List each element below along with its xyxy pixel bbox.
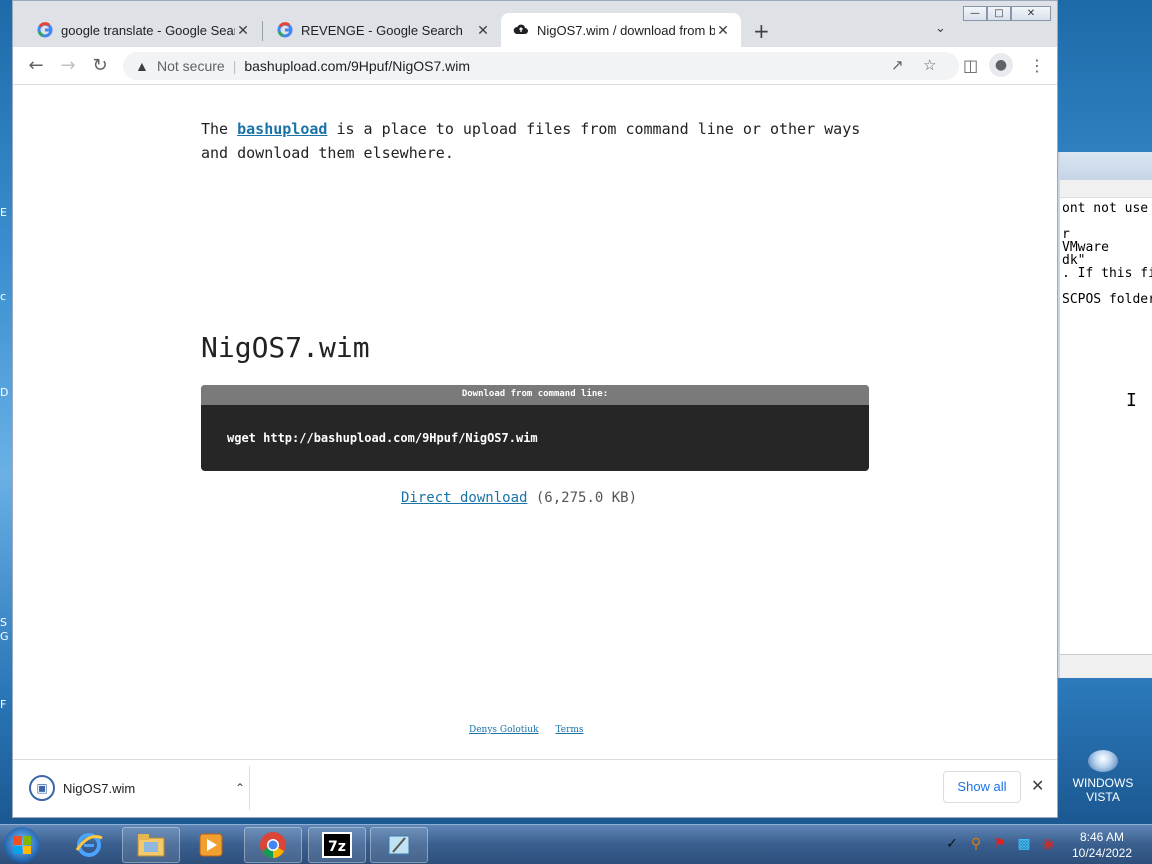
direct-download-link[interactable]: Direct download (401, 490, 527, 506)
download-item[interactable]: ▣ NigOS7.wim ⌃ (29, 773, 249, 803)
intro-paragraph: The bashupload is a place to upload file… (201, 117, 881, 165)
background-notepad-window[interactable]: ont not use r VMware dk" . If this fi SC… (1058, 152, 1152, 678)
reload-icon[interactable]: ↻ (89, 55, 111, 77)
close-tab-icon[interactable]: ✕ (475, 22, 491, 39)
kebab-menu-icon[interactable]: ⋮ (1029, 56, 1045, 75)
notepad-statusbar (1060, 654, 1152, 678)
bookmark-star-icon[interactable]: ☆ (923, 56, 936, 74)
notepad-taskbar-icon[interactable] (370, 827, 428, 863)
notepad-text[interactable]: ont not use r VMware dk" . If this fi SC… (1060, 198, 1152, 306)
checkmark-tray-icon[interactable]: ✓ (944, 836, 960, 852)
address-bar[interactable]: ▲ Not secure | bashupload.com/9Hpuf/NigO… (123, 52, 959, 80)
tab-search-chevron-icon[interactable]: ⌄ (935, 21, 946, 36)
cloud-upload-icon (513, 22, 529, 38)
notepad-menubar[interactable] (1060, 180, 1152, 198)
tab-separator (262, 21, 263, 41)
forward-arrow-icon[interactable]: → (57, 55, 79, 77)
windows-vista-desktop-icon[interactable]: WINDOWS VISTA (1066, 750, 1140, 804)
download-shelf: ▣ NigOS7.wim ⌃ Show all ✕ (13, 759, 1057, 817)
bashupload-link[interactable]: bashupload (237, 120, 327, 138)
media-player-icon[interactable] (182, 827, 240, 863)
command-line-box: Download from command line: wget http://… (201, 385, 869, 471)
search-tray-icon[interactable]: ⚲ (968, 836, 984, 852)
tab-nigos7-download[interactable]: NigOS7.wim / download from ba ✕ (501, 13, 741, 47)
vista-label-line1: WINDOWS (1072, 776, 1134, 790)
intro-text-pre: The (201, 120, 238, 138)
7zip-icon[interactable]: 7z (308, 827, 366, 863)
tab-revenge[interactable]: REVENGE - Google Search ✕ (265, 13, 501, 47)
google-icon (277, 22, 293, 38)
desktop-icon-label: D (0, 386, 9, 399)
tab-strip: google translate - Google Search ✕ REVEN… (13, 1, 1057, 47)
security-label[interactable]: Not secure (157, 58, 225, 74)
new-tab-button[interactable]: + (753, 19, 770, 43)
google-icon (37, 22, 53, 38)
internet-explorer-icon[interactable] (60, 827, 118, 863)
shelf-divider (249, 766, 250, 810)
system-tray: ✓ ⚲ ⚑ ▩ ◉ 8:46 AM 10/24/2022 (940, 825, 1152, 864)
browser-toolbar: ← → ↻ ▲ Not secure | bashupload.com/9Hpu… (13, 47, 1057, 85)
close-window-button[interactable]: ✕ (1011, 6, 1051, 21)
wget-command[interactable]: wget http://bashupload.com/9Hpuf/NigOS7.… (201, 405, 869, 445)
address-divider: | (232, 58, 237, 74)
file-explorer-icon[interactable] (122, 827, 180, 863)
close-tab-icon[interactable]: ✕ (715, 22, 731, 39)
notepad-titlebar[interactable] (1060, 152, 1152, 180)
close-shelf-icon[interactable]: ✕ (1031, 776, 1044, 795)
minimize-button[interactable]: — (963, 6, 987, 21)
profile-avatar-icon[interactable]: ● (989, 53, 1013, 77)
file-size: (6,275.0 KB) (535, 490, 638, 506)
file-title: NigOS7.wim (201, 331, 370, 364)
tab-title: REVENGE - Google Search (301, 22, 463, 38)
tab-title: google translate - Google Search (61, 22, 235, 38)
taskbar: 7z ✓ ⚲ ⚑ ▩ ◉ 8:46 AM 10/24/2022 (0, 824, 1152, 864)
chrome-window: google translate - Google Search ✕ REVEN… (12, 0, 1058, 818)
back-arrow-icon[interactable]: ← (25, 55, 47, 77)
show-all-button[interactable]: Show all (943, 771, 1021, 803)
volume-tray-icon[interactable]: ◉ (1040, 836, 1056, 852)
share-icon[interactable]: ↗ (891, 56, 904, 74)
terms-link[interactable]: Terms (555, 725, 583, 735)
desktop-icon-label: F (0, 698, 7, 711)
vista-logo-icon (1088, 750, 1118, 772)
clock-date: 10/24/2022 (1071, 846, 1133, 860)
url-text[interactable]: bashupload.com/9Hpuf/NigOS7.wim (244, 58, 470, 74)
desktop-icon-label: S (0, 616, 7, 629)
vista-label-line2: VISTA (1086, 790, 1120, 804)
side-panel-icon[interactable]: ◫ (963, 56, 978, 75)
page-content: The bashupload is a place to upload file… (13, 85, 1057, 759)
tab-title: NigOS7.wim / download from ba (537, 22, 715, 38)
desktop-icon-label: c (0, 290, 7, 303)
start-button[interactable] (4, 827, 40, 863)
page-footer: Denys Golotiuk Terms (469, 725, 598, 735)
download-filename: NigOS7.wim (63, 780, 136, 796)
clock-time: 8:46 AM (1079, 830, 1125, 844)
7zip-logo: 7z (322, 832, 352, 858)
tab-google-translate[interactable]: google translate - Google Search ✕ (25, 13, 261, 47)
window-controls: — □ ✕ (963, 6, 1051, 23)
warning-triangle-icon[interactable]: ▲ (135, 58, 151, 74)
desktop-icon-label: E (0, 206, 7, 219)
command-box-header: Download from command line: (201, 385, 869, 405)
flag-tray-icon[interactable]: ⚑ (992, 836, 1008, 852)
chrome-taskbar-icon[interactable] (244, 827, 302, 863)
windows-logo-icon (13, 836, 31, 854)
clock[interactable]: 8:46 AM 10/24/2022 (1062, 829, 1142, 861)
author-link[interactable]: Denys Golotiuk (469, 725, 539, 735)
wim-file-icon: ▣ (29, 775, 55, 801)
maximize-button[interactable]: □ (987, 6, 1011, 21)
desktop-icon-label: G (0, 630, 9, 643)
text-cursor-icon: I (1126, 390, 1137, 411)
chevron-up-icon[interactable]: ⌃ (235, 781, 245, 795)
network-tray-icon[interactable]: ▩ (1016, 836, 1032, 852)
close-tab-icon[interactable]: ✕ (235, 22, 251, 39)
download-line: Direct download (6,275.0 KB) (401, 490, 637, 506)
